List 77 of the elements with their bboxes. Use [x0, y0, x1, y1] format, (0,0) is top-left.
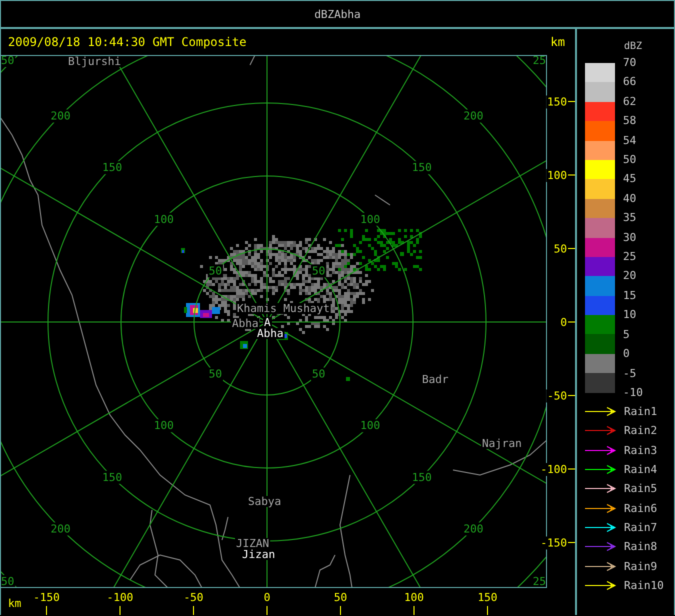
- axis-label: 150: [547, 95, 567, 108]
- axis-label: -50: [547, 389, 567, 402]
- scale-label: -10: [623, 386, 643, 399]
- axis-label: 100: [404, 590, 424, 604]
- place-label: A: [264, 316, 271, 329]
- place-label: Sabya: [248, 494, 282, 508]
- scale-label: 54: [623, 134, 638, 147]
- place-label: Badr: [422, 372, 448, 386]
- place-label: Abha: [232, 316, 258, 330]
- range-label: 150: [412, 161, 432, 174]
- axis-label: 0: [560, 316, 567, 329]
- range-label: 50: [208, 264, 222, 278]
- track-label: Rain6: [624, 502, 658, 515]
- range-label: 50: [1, 54, 14, 67]
- axis-unit: km: [8, 596, 22, 610]
- place-label: Khamis_Mushayt: [237, 302, 330, 315]
- scale-label: 15: [623, 290, 638, 302]
- axis-label: 50: [554, 242, 567, 256]
- scale-label: 20: [623, 270, 638, 282]
- axis-label: 150: [478, 590, 498, 604]
- scale-label: 66: [623, 76, 638, 88]
- scale-label: 50: [623, 154, 638, 166]
- place-label: Abha: [257, 326, 284, 340]
- track-label: Rain8: [624, 540, 658, 554]
- range-label: 200: [464, 522, 484, 536]
- range-label: 150: [102, 161, 122, 174]
- scale-label: -5: [623, 368, 638, 380]
- track-label: Rain2: [624, 424, 658, 438]
- track-label: Rain4: [624, 463, 658, 476]
- axis-label: 0: [264, 590, 270, 604]
- axis-label: -150: [540, 536, 567, 550]
- scale-label: 35: [623, 212, 638, 224]
- range-label: 200: [50, 522, 70, 536]
- axis-label: -100: [540, 462, 567, 476]
- scale-label: 25: [623, 251, 638, 264]
- scale-label: 40: [623, 192, 638, 205]
- axis-label: 100: [547, 168, 567, 182]
- scale-label: 0: [623, 348, 631, 360]
- track-label: Rain10: [624, 578, 664, 592]
- range-label: 100: [360, 212, 380, 226]
- place-label: Bljurshi: [68, 54, 121, 68]
- range-label: 50: [312, 264, 326, 278]
- axis-label: 50: [334, 590, 348, 604]
- range-label: 50: [208, 368, 222, 381]
- unit-label: km: [550, 34, 565, 49]
- track-label: Rain1: [624, 405, 658, 418]
- scale-label: 5: [623, 328, 631, 341]
- range-label: 200: [50, 110, 70, 122]
- scale-label: 10: [623, 309, 638, 322]
- place-label: JIZAN: [236, 536, 270, 550]
- radar-caption: 2009/08/18 10:44:30 GMT Composite: [8, 34, 246, 49]
- track-label: Rain7: [624, 520, 658, 534]
- place-label: Najran: [482, 436, 522, 450]
- scale-label: 30: [623, 232, 638, 244]
- scale-label: 70: [623, 57, 638, 69]
- scale-label: 62: [623, 96, 638, 108]
- axis-label: -100: [106, 590, 134, 604]
- range-label: 100: [154, 212, 174, 226]
- track-label: Rain5: [624, 482, 658, 496]
- track-label: Rain3: [624, 444, 658, 457]
- range-label: 150: [412, 470, 432, 484]
- window-title: dBZAbha: [314, 8, 361, 20]
- range-label: 100: [154, 419, 174, 432]
- range-label: 50: [1, 574, 14, 588]
- scale-label: 45: [623, 173, 638, 186]
- range-label: 200: [464, 110, 484, 122]
- axis-label: -150: [33, 590, 60, 604]
- range-label: 25: [532, 54, 546, 67]
- scale-label: 58: [623, 115, 638, 128]
- range-label: 100: [360, 419, 380, 432]
- track-label: Rain9: [624, 560, 658, 573]
- range-label: 150: [102, 470, 122, 484]
- axis-label: -50: [184, 590, 204, 604]
- range-label: 25: [532, 574, 546, 588]
- legend-title: dBZ: [622, 41, 644, 54]
- range-label: 50: [312, 368, 326, 381]
- place-label: Jizan: [242, 548, 276, 561]
